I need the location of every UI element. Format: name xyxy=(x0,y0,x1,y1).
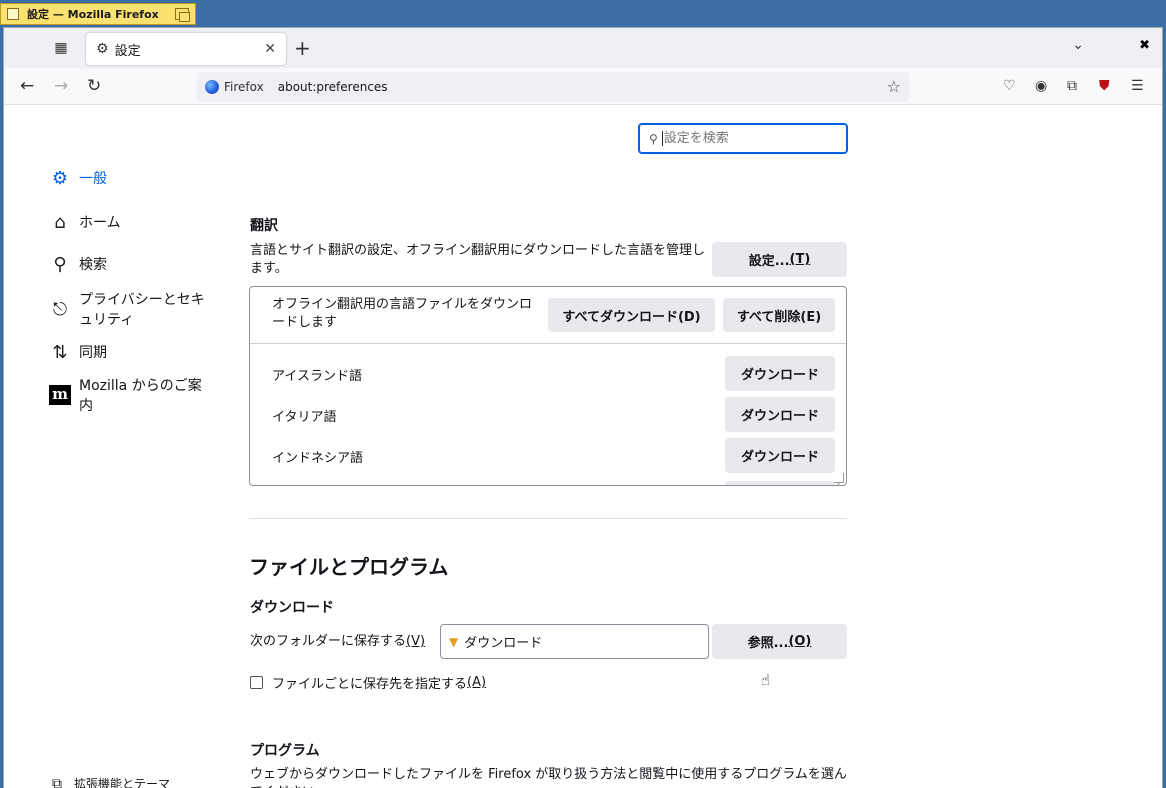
sidebar-item-label: 検索 xyxy=(79,257,107,273)
tab-strip: ▦ ⚙ 設定 ✕ + ⌄ ✖ xyxy=(4,28,1162,68)
window-title-tab[interactable]: 設定 — Mozilla Firefox xyxy=(0,3,196,25)
search-input[interactable] xyxy=(661,131,822,146)
sidebar-item-label: プライバシーとセキュリティ xyxy=(79,292,205,328)
sidebar-item-sync[interactable]: ⇅ 同期 xyxy=(49,342,209,364)
chevron-down-icon[interactable]: ⌄ xyxy=(1072,37,1084,53)
sidebar-item-privacy[interactable]: ⎋ プライバシーとセキュリティ xyxy=(49,289,209,330)
preferences-search[interactable]: ⚲ xyxy=(638,123,848,154)
firefox-logo-icon xyxy=(205,80,219,94)
window-menu-icon[interactable] xyxy=(7,8,19,20)
sidebar-item-label: 同期 xyxy=(79,345,107,361)
section-divider xyxy=(249,518,847,519)
search-icon: ⚲ xyxy=(53,254,67,275)
bookmark-star-icon[interactable]: ☆ xyxy=(887,77,901,96)
access-key: (A) xyxy=(467,675,487,690)
language-name: インドネシア語 xyxy=(272,451,364,466)
button-label: 参照... xyxy=(747,636,789,651)
download-button-partial[interactable] xyxy=(725,481,835,485)
downloads-heading: ダウンロード xyxy=(250,600,334,616)
hamburger-menu-icon[interactable]: ☰ xyxy=(1131,78,1144,94)
translation-heading: 翻訳 xyxy=(250,218,278,234)
sidebar-item-label: 一般 xyxy=(79,171,107,187)
sync-icon: ⇅ xyxy=(52,342,68,363)
delete-all-button[interactable]: すべて削除(E) xyxy=(723,298,835,332)
programs-description: ウェブからダウンロードしたファイルを Firefox が取り扱う方法と閲覧中に使… xyxy=(250,767,847,788)
mozilla-icon: m xyxy=(49,383,71,405)
resize-handle[interactable] xyxy=(834,473,844,483)
offline-description: オフライン翻訳用の言語ファイルをダウンロードします xyxy=(272,297,533,330)
tab-settings[interactable]: ⚙ 設定 ✕ xyxy=(86,33,286,65)
window-close-button[interactable]: ✖ xyxy=(1139,38,1150,53)
gear-icon: ⚙ xyxy=(51,168,69,189)
sidebar-item-label: ホーム xyxy=(79,215,121,231)
download-button[interactable]: ダウンロード xyxy=(725,438,835,473)
window-titlebar: 設定 — Mozilla Firefox xyxy=(0,0,1166,27)
window-restore-icon[interactable] xyxy=(175,8,190,22)
language-name: イタリア語 xyxy=(272,410,337,425)
firefox-view-icon[interactable]: ▦ xyxy=(52,39,70,57)
folder-icon: ▼ xyxy=(449,634,459,649)
sidebar-item-label: 拡張機能とテーマ xyxy=(74,777,171,788)
download-folder-field[interactable]: ▼ ダウンロード xyxy=(440,624,709,659)
access-key: (T) xyxy=(789,252,811,267)
sidebar-item-home[interactable]: ⌂ ホーム xyxy=(49,212,209,234)
forward-arrow-icon[interactable]: → xyxy=(54,76,68,96)
new-tab-button[interactable]: + xyxy=(294,36,311,60)
hand-cursor-icon: ☝ xyxy=(761,671,771,689)
download-button[interactable]: ダウンロード xyxy=(725,397,835,432)
close-icon[interactable]: ✕ xyxy=(264,41,276,57)
save-to-label: 次のフォルダーに保存する(V) xyxy=(250,633,425,651)
ask-download-location[interactable]: ファイルごとに保存先を指定する (A) xyxy=(250,673,486,692)
browse-button[interactable]: 参照... (O) xyxy=(712,624,847,659)
access-key: (V) xyxy=(406,634,426,649)
pocket-icon[interactable]: ♡ xyxy=(1003,78,1016,94)
search-icon: ⚲ xyxy=(649,131,658,146)
offline-languages-header: オフライン翻訳用の言語ファイルをダウンロードします すべてダウンロード(D) す… xyxy=(250,287,846,344)
gear-icon: ⚙ xyxy=(96,41,109,57)
list-item: アイスランド語 ダウンロード xyxy=(250,353,846,394)
url-bar[interactable]: Firefox about:preferences ☆ xyxy=(197,72,909,102)
reload-icon[interactable]: ↻ xyxy=(87,76,101,96)
list-item: イタリア語 ダウンロード xyxy=(250,394,846,435)
extensions-icon[interactable]: ⧉ xyxy=(1067,78,1077,94)
firefox-window: ▦ ⚙ 設定 ✕ + ⌄ ✖ ← → ↻ Firefox about:prefe… xyxy=(3,27,1163,788)
window-title: 設定 — Mozilla Firefox xyxy=(27,8,159,21)
button-label: 設定... xyxy=(748,254,790,269)
preferences-page: ⚲ ⚙ 一般 ⌂ ホーム ⚲ 検索 ⎋ プライバシーとセキュリティ ⇅ 同期 m… xyxy=(4,105,1162,788)
sidebar-item-addons[interactable]: ⧉ 拡張機能とテーマ xyxy=(52,775,170,788)
programs-heading: プログラム xyxy=(250,743,320,759)
sidebar-item-label: Mozilla からのご案内 xyxy=(79,378,202,414)
lock-icon: ⎋ xyxy=(52,299,68,320)
url-text[interactable]: about:preferences xyxy=(278,80,388,94)
list-item: インドネシア語 ダウンロード xyxy=(250,435,846,476)
puzzle-icon: ⧉ xyxy=(52,775,62,788)
home-icon: ⌂ xyxy=(54,212,66,233)
ask-label: ファイルごとに保存先を指定する xyxy=(272,677,468,692)
sidebar-item-mozilla[interactable]: m Mozilla からのご案内 xyxy=(49,375,209,416)
account-icon[interactable]: ◉ xyxy=(1035,78,1047,94)
navigation-toolbar: ← → ↻ Firefox about:preferences ☆ ♡ ◉ ⧉ … xyxy=(4,68,1162,105)
download-button[interactable]: ダウンロード xyxy=(725,356,835,391)
download-all-button[interactable]: すべてダウンロード(D) xyxy=(548,298,715,332)
translation-settings-button[interactable]: 設定... (T) xyxy=(712,242,847,277)
ask-checkbox[interactable] xyxy=(250,676,263,689)
sidebar-item-general[interactable]: ⚙ 一般 xyxy=(49,168,209,190)
folder-value: ダウンロード xyxy=(464,636,543,651)
save-to-text: 次のフォルダーに保存する xyxy=(250,634,407,649)
back-arrow-icon[interactable]: ← xyxy=(20,76,34,96)
ublock-icon[interactable]: ⛊ xyxy=(1099,78,1110,94)
translation-description: 言語とサイト翻訳の設定、オフライン翻訳用にダウンロードした言語を管理します。 xyxy=(250,243,706,276)
offline-languages-list[interactable]: オフライン翻訳用の言語ファイルをダウンロードします すべてダウンロード(D) す… xyxy=(249,286,847,486)
identity-label: Firefox xyxy=(224,80,264,94)
tab-label: 設定 xyxy=(114,43,141,59)
access-key: (O) xyxy=(788,634,812,649)
sidebar-item-search[interactable]: ⚲ 検索 xyxy=(49,254,209,276)
files-section-heading: ファイルとプログラム xyxy=(249,555,449,579)
language-name: アイスランド語 xyxy=(272,369,362,384)
